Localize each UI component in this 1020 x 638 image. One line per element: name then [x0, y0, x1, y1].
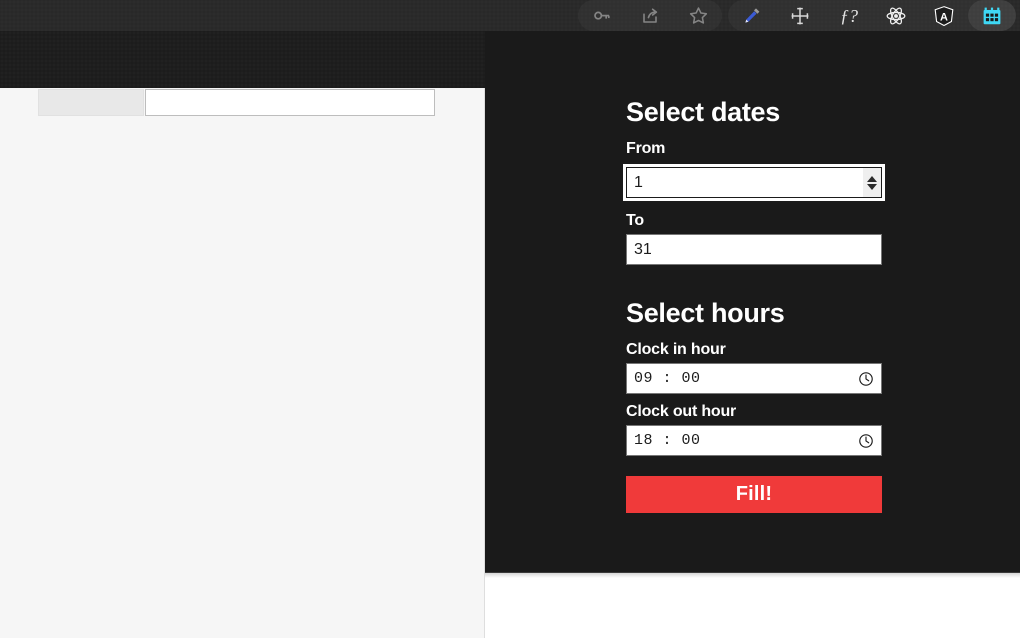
- angular-icon[interactable]: A: [920, 0, 968, 31]
- clock-in-label: Clock in hour: [626, 341, 726, 358]
- stepper-up-icon[interactable]: [867, 175, 877, 182]
- toolbar-left-group: [578, 0, 722, 31]
- screen-root: ƒ? A Select dates From 1 To 31 Select ho…: [0, 0, 1020, 638]
- key-icon[interactable]: [578, 0, 626, 31]
- fill-button[interactable]: Fill!: [626, 476, 882, 513]
- extension-panel: Select dates From 1 To 31 Select hours C…: [485, 31, 1020, 573]
- to-input[interactable]: 31: [626, 234, 882, 265]
- extension-toolbar: ƒ? A: [0, 0, 1020, 31]
- toolbar-right-group: ƒ? A: [728, 0, 1016, 31]
- from-input-focus-ring: 1: [621, 162, 887, 203]
- from-label: From: [626, 140, 666, 157]
- clock-in-input[interactable]: 09 : 00: [626, 363, 882, 394]
- clock-in-value: 09 : 00: [634, 370, 701, 387]
- stepper-down-icon[interactable]: [867, 183, 877, 190]
- from-input-stepper[interactable]: [862, 168, 881, 197]
- clock-out-value: 18 : 00: [634, 432, 701, 449]
- star-icon[interactable]: [674, 0, 722, 31]
- to-input-value: 31: [634, 240, 652, 258]
- select-dates-heading: Select dates: [626, 97, 780, 127]
- svg-text:ƒ?: ƒ?: [840, 6, 858, 26]
- calendar-icon[interactable]: [968, 0, 1016, 31]
- react-icon[interactable]: [872, 0, 920, 31]
- share-icon[interactable]: [626, 0, 674, 31]
- page-grey-field: [38, 89, 144, 116]
- clock-out-input[interactable]: 18 : 00: [626, 425, 882, 456]
- panel-content: Select dates From 1 To 31 Select hours C…: [621, 31, 887, 513]
- clock-icon[interactable]: [857, 432, 875, 450]
- page-white-field: [145, 89, 435, 116]
- select-hours-heading: Select hours: [626, 298, 785, 328]
- from-input-value: 1: [634, 173, 643, 191]
- svg-text:A: A: [940, 11, 948, 23]
- page-dark-header: [0, 31, 485, 88]
- function-icon[interactable]: ƒ?: [824, 0, 872, 31]
- eyedropper-icon[interactable]: [728, 0, 776, 31]
- from-input[interactable]: 1: [626, 167, 882, 198]
- page-content-area: [0, 31, 485, 638]
- clock-icon[interactable]: [857, 370, 875, 388]
- to-label: To: [626, 212, 644, 229]
- move-icon[interactable]: [776, 0, 824, 31]
- clock-out-label: Clock out hour: [626, 403, 737, 420]
